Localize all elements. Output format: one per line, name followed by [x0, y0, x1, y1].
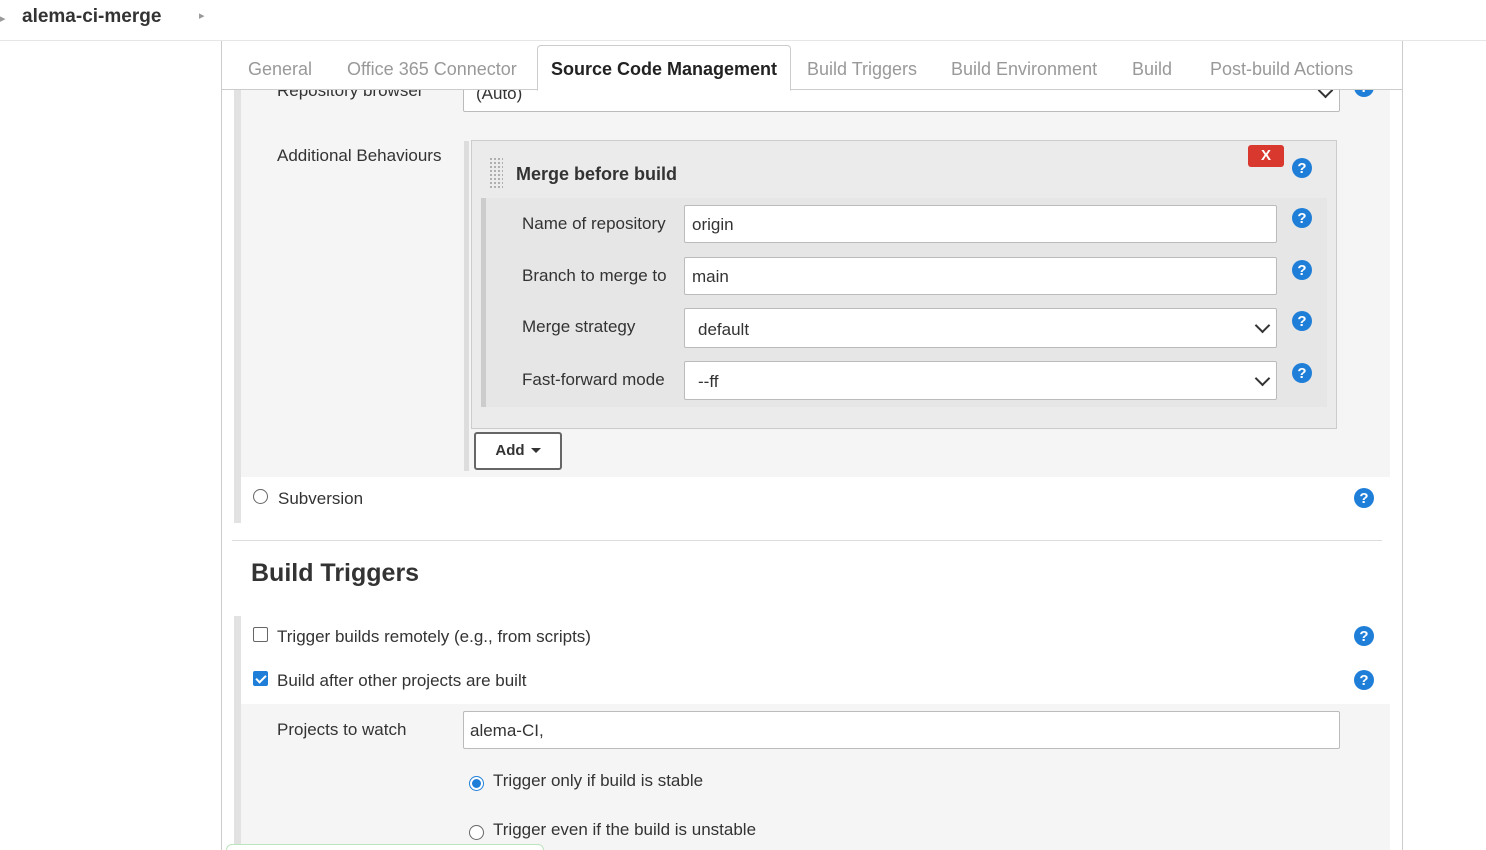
merge-before-build-title: Merge before build	[516, 164, 678, 184]
scm-section-bar	[234, 89, 241, 523]
ff-mode-label: Fast-forward mode	[522, 370, 665, 389]
config-tabs: General Office 365 Connector Source Code…	[222, 41, 1402, 91]
help-icon[interactable]: ?	[1292, 158, 1312, 178]
drag-handle-icon[interactable]	[489, 157, 503, 189]
config-panel: Repository browser (Auto) ? Additional B…	[221, 41, 1403, 850]
help-icon[interactable]: ?	[1292, 260, 1312, 280]
tab-office-365-connector[interactable]: Office 365 Connector	[347, 59, 517, 80]
build-triggers-bar	[234, 616, 241, 850]
merge-strategy-label: Merge strategy	[522, 317, 636, 336]
help-icon[interactable]: ?	[1354, 488, 1374, 508]
breadcrumb-chevron-icon[interactable]: ▸	[199, 9, 205, 22]
branch-input[interactable]: main	[684, 257, 1277, 295]
tab-build-environment[interactable]: Build Environment	[951, 59, 1097, 80]
tab-build[interactable]: Build	[1132, 59, 1172, 80]
build-after-checkbox[interactable]	[253, 671, 268, 686]
trigger-stable-radio[interactable]	[469, 776, 484, 791]
subversion-label: Subversion	[278, 489, 364, 508]
chevron-down-icon	[1254, 317, 1271, 334]
horizontal-scrollbar[interactable]	[226, 844, 544, 850]
behaviours-bar	[464, 141, 469, 471]
delete-behaviour-button[interactable]: X	[1248, 145, 1284, 167]
trigger-unstable-label: Trigger even if the build is unstable	[493, 820, 757, 839]
help-icon[interactable]: ?	[1354, 626, 1374, 646]
ff-mode-select[interactable]: --ff	[684, 361, 1277, 400]
build-after-label: Build after other projects are built	[277, 671, 527, 690]
additional-behaviours-label: Additional Behaviours	[277, 146, 442, 165]
breadcrumb: ▸ alema-ci-merge ▸	[0, 0, 1486, 41]
subversion-radio[interactable]	[253, 489, 268, 504]
repo-name-input[interactable]: origin	[684, 205, 1277, 243]
ff-mode-value: --ff	[698, 372, 719, 391]
merge-strategy-value: default	[698, 320, 750, 339]
help-icon[interactable]: ?	[1292, 311, 1312, 331]
projects-to-watch-label: Projects to watch	[277, 720, 407, 739]
help-icon[interactable]: ?	[1292, 363, 1312, 383]
breadcrumb-separator-icon: ▸	[0, 13, 6, 25]
section-divider	[232, 540, 1382, 541]
trigger-remotely-label: Trigger builds remotely (e.g., from scri…	[277, 627, 591, 646]
trigger-stable-label: Trigger only if build is stable	[493, 771, 704, 790]
add-behaviour-button[interactable]: Add	[474, 432, 562, 470]
repo-name-label: Name of repository	[522, 214, 666, 233]
branch-label: Branch to merge to	[522, 266, 667, 285]
trigger-remotely-checkbox[interactable]	[253, 627, 268, 642]
projects-to-watch-input[interactable]: alema-CI,	[463, 711, 1340, 749]
trigger-unstable-radio[interactable]	[469, 825, 484, 840]
breadcrumb-job-link[interactable]: alema-ci-merge	[22, 6, 161, 28]
add-button-label: Add	[495, 442, 525, 459]
merge-strategy-select[interactable]: default	[684, 308, 1277, 348]
help-icon[interactable]: ?	[1354, 670, 1374, 690]
merge-fields-bar	[481, 198, 486, 407]
tab-build-triggers[interactable]: Build Triggers	[807, 59, 917, 80]
tab-general[interactable]: General	[248, 59, 312, 80]
caret-down-icon	[530, 448, 541, 453]
build-triggers-heading: Build Triggers	[251, 559, 420, 587]
tab-post-build-actions[interactable]: Post-build Actions	[1210, 59, 1353, 80]
help-icon[interactable]: ?	[1292, 208, 1312, 228]
tab-source-code-management[interactable]: Source Code Management	[537, 45, 792, 91]
chevron-down-icon	[1254, 370, 1271, 387]
